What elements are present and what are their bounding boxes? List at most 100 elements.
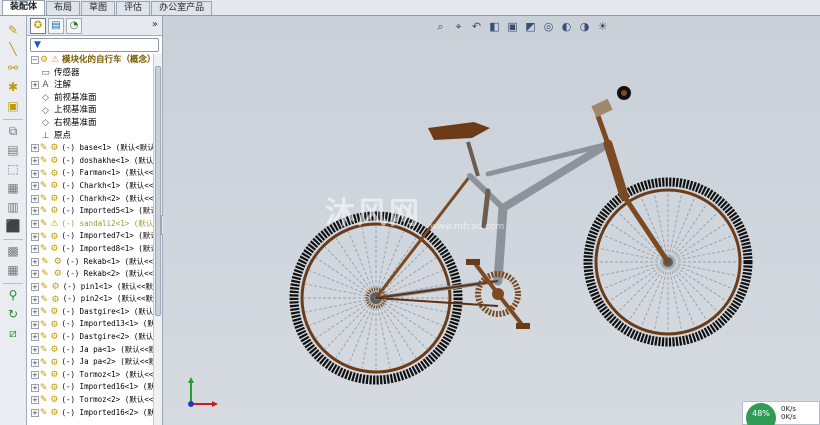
- tree-item[interactable]: + ✎ ⚙ (-) Tormoz<1> (默认<<: [27, 369, 153, 382]
- tree-item[interactable]: + ✎ ⚙ (-) Rekab<1> (默认<<: [27, 256, 153, 269]
- graphics-area[interactable]: ⌕ ⌖ ↶ ◧ ▣ ◩ ◎ ◐ ◑ ☀ 沐风网 www.mfcad.com 48…: [163, 16, 820, 425]
- collapse-toggle[interactable]: −: [31, 56, 39, 65]
- scroll-thumb[interactable]: [155, 66, 161, 316]
- interference-icon[interactable]: ⬛: [3, 218, 23, 234]
- line-icon[interactable]: ╲: [3, 41, 23, 57]
- apply-scene-icon[interactable]: ◑: [577, 20, 592, 35]
- move-component-icon[interactable]: ⧉: [3, 123, 23, 139]
- tree-item[interactable]: ▭ 传感器: [27, 67, 153, 80]
- reference-point-icon[interactable]: ✱: [3, 79, 23, 95]
- tree-item[interactable]: + ✎ ⚙ (-) Imported7<1> (默认: [27, 230, 153, 243]
- insert-component-icon[interactable]: ▣: [3, 98, 23, 114]
- expand-toggle[interactable]: +: [31, 345, 39, 354]
- tree-item[interactable]: ◇ 前视基准面: [27, 92, 153, 105]
- tree-root[interactable]: − ⚙ ⚠ 模块化的自行车（概念）: [27, 54, 153, 67]
- tree-item[interactable]: + ✎ ⚙ (-) Imported13<1> (默认: [27, 318, 153, 331]
- linear-pattern-icon[interactable]: ⧄: [3, 325, 23, 341]
- expand-toggle[interactable]: +: [31, 257, 39, 266]
- expand-toggle[interactable]: +: [31, 320, 39, 329]
- tree-item[interactable]: + ✎ ⚙ (-) Charkh<1> (默认<<: [27, 180, 153, 193]
- rotate-component-icon[interactable]: ▤: [3, 142, 23, 158]
- expand-toggle[interactable]: +: [31, 270, 39, 279]
- component-icon: ⚙: [50, 307, 59, 318]
- view-settings-icon[interactable]: ☀: [595, 20, 610, 35]
- expand-toggle[interactable]: +: [31, 182, 39, 191]
- visibility-icon: ✎: [39, 344, 48, 355]
- view-orientation-icon[interactable]: ▣: [505, 20, 520, 35]
- configuration-icon: ◔: [69, 20, 79, 31]
- expand-toggle[interactable]: +: [31, 333, 39, 342]
- smart-fasteners-icon[interactable]: ✎: [3, 22, 23, 38]
- hide-show-items-icon[interactable]: ◎: [541, 20, 556, 35]
- zoom-area-icon[interactable]: ⌖: [451, 20, 466, 35]
- tree-item[interactable]: + ✎ ⚙ (-) Dastgire<1> (默认<: [27, 306, 153, 319]
- tree-scrollbar[interactable]: [153, 54, 162, 425]
- tree-item[interactable]: + ✎ ⚙ (-) pin1<1> (默认<<默: [27, 281, 153, 294]
- expand-toggle[interactable]: +: [31, 282, 39, 291]
- tree-item[interactable]: + ✎ ⚙ (-) Imported16<2> (默认: [27, 407, 153, 420]
- hide-show-icon[interactable]: ▦: [3, 262, 23, 278]
- tree-item[interactable]: + ✎ ⚙ (-) Farman<1> (默认<<: [27, 167, 153, 180]
- tab-0[interactable]: 装配体: [2, 0, 46, 15]
- tree-item-label: (-) doshakhe<1> (默认<: [61, 155, 154, 165]
- tree-item[interactable]: ◇ 右视基准面: [27, 117, 153, 130]
- tree-item[interactable]: + ✎ ⚙ (-) doshakhe<1> (默认<: [27, 155, 153, 168]
- tree-item[interactable]: ◇ 上视基准面: [27, 104, 153, 117]
- expand-toggle[interactable]: +: [31, 194, 39, 203]
- expand-toggle[interactable]: +: [31, 396, 39, 405]
- tree-item[interactable]: + ✎ ⚙ (-) Ja pa<1> (默认<<默: [27, 344, 153, 357]
- tree-item[interactable]: + ✎ ⚠ (-) sandali2<1> (默认: [27, 218, 153, 231]
- display-style-icon[interactable]: ◩: [523, 20, 538, 35]
- tab-4[interactable]: 办公室产品: [151, 1, 213, 15]
- feature-tree-tab[interactable]: ✪: [30, 17, 46, 34]
- explode-view-icon[interactable]: ▦: [3, 180, 23, 196]
- tree-item-label: (-) pin1<1> (默认<<默: [62, 281, 153, 291]
- zoom-fit-icon[interactable]: ⌕: [433, 20, 448, 35]
- visibility-icon: ✎: [39, 370, 48, 381]
- tree-item[interactable]: + ✎ ⚙ (-) Imported8<1> (默认: [27, 243, 153, 256]
- previous-view-icon[interactable]: ↶: [469, 20, 484, 35]
- pattern-icon[interactable]: ⬚: [3, 161, 23, 177]
- expand-toggle[interactable]: +: [31, 232, 39, 241]
- expand-toggle[interactable]: +: [31, 207, 39, 216]
- mate-icon[interactable]: ⚯: [3, 60, 23, 76]
- section-view-icon[interactable]: ◧: [487, 20, 502, 35]
- expand-chevron[interactable]: »: [152, 19, 158, 30]
- tree-item[interactable]: + ✎ ⚙ (-) Ja pa<2> (默认<<默: [27, 356, 153, 369]
- tree-item[interactable]: + A 注解: [27, 79, 153, 92]
- tree-item[interactable]: + ✎ ⚙ (-) base<1> (默认<默认: [27, 142, 153, 155]
- property-manager-tab[interactable]: ▤: [48, 17, 64, 34]
- assembly-features-icon[interactable]: ▩: [3, 243, 23, 259]
- tree-item[interactable]: + ✎ ⚙ (-) Charkh<2> (默认<<: [27, 193, 153, 206]
- motion-icon[interactable]: ↻: [3, 306, 23, 322]
- tree-item[interactable]: + ✎ ⚙ (-) Dastgire<2> (默认<: [27, 331, 153, 344]
- tree-item[interactable]: + ✎ ⚙ (-) Imported5<1> (默认: [27, 205, 153, 218]
- expand-toggle[interactable]: +: [31, 408, 39, 417]
- expand-toggle[interactable]: +: [31, 295, 39, 304]
- expand-toggle[interactable]: +: [31, 157, 39, 166]
- tree-item[interactable]: + ✎ ⚙ (-) Tormoz<2> (默认<<: [27, 394, 153, 407]
- tree-item[interactable]: + ✎ ⚙ (-) Rekab<2> (默认<<: [27, 268, 153, 281]
- expand-toggle[interactable]: +: [31, 371, 39, 380]
- tab-3[interactable]: 评估: [116, 1, 151, 15]
- expand-toggle[interactable]: +: [31, 220, 39, 229]
- section-icon[interactable]: ▥: [3, 199, 23, 215]
- expand-toggle[interactable]: +: [31, 144, 39, 153]
- measure-icon[interactable]: ⚲: [3, 287, 23, 303]
- tab-2[interactable]: 草图: [81, 1, 116, 15]
- tree-item[interactable]: + ✎ ⚙ (-) pin2<1> (默认<<默: [27, 293, 153, 306]
- component-icon: ⚙: [50, 370, 59, 381]
- tree-item[interactable]: ⊥ 原点: [27, 130, 153, 143]
- expand-toggle[interactable]: +: [31, 358, 39, 367]
- expand-toggle[interactable]: +: [31, 245, 39, 254]
- spoke: [375, 297, 428, 350]
- expand-toggle[interactable]: +: [31, 81, 39, 90]
- expand-toggle[interactable]: +: [31, 308, 39, 317]
- expand-toggle[interactable]: +: [31, 383, 39, 392]
- edit-appearance-icon[interactable]: ◐: [559, 20, 574, 35]
- expand-toggle[interactable]: +: [31, 169, 39, 178]
- configuration-manager-tab[interactable]: ◔: [66, 17, 82, 34]
- filter-field[interactable]: ▼: [30, 38, 159, 52]
- tab-1[interactable]: 布局: [46, 1, 81, 15]
- tree-item[interactable]: + ✎ ⚙ (-) Imported16<1> (默认: [27, 381, 153, 394]
